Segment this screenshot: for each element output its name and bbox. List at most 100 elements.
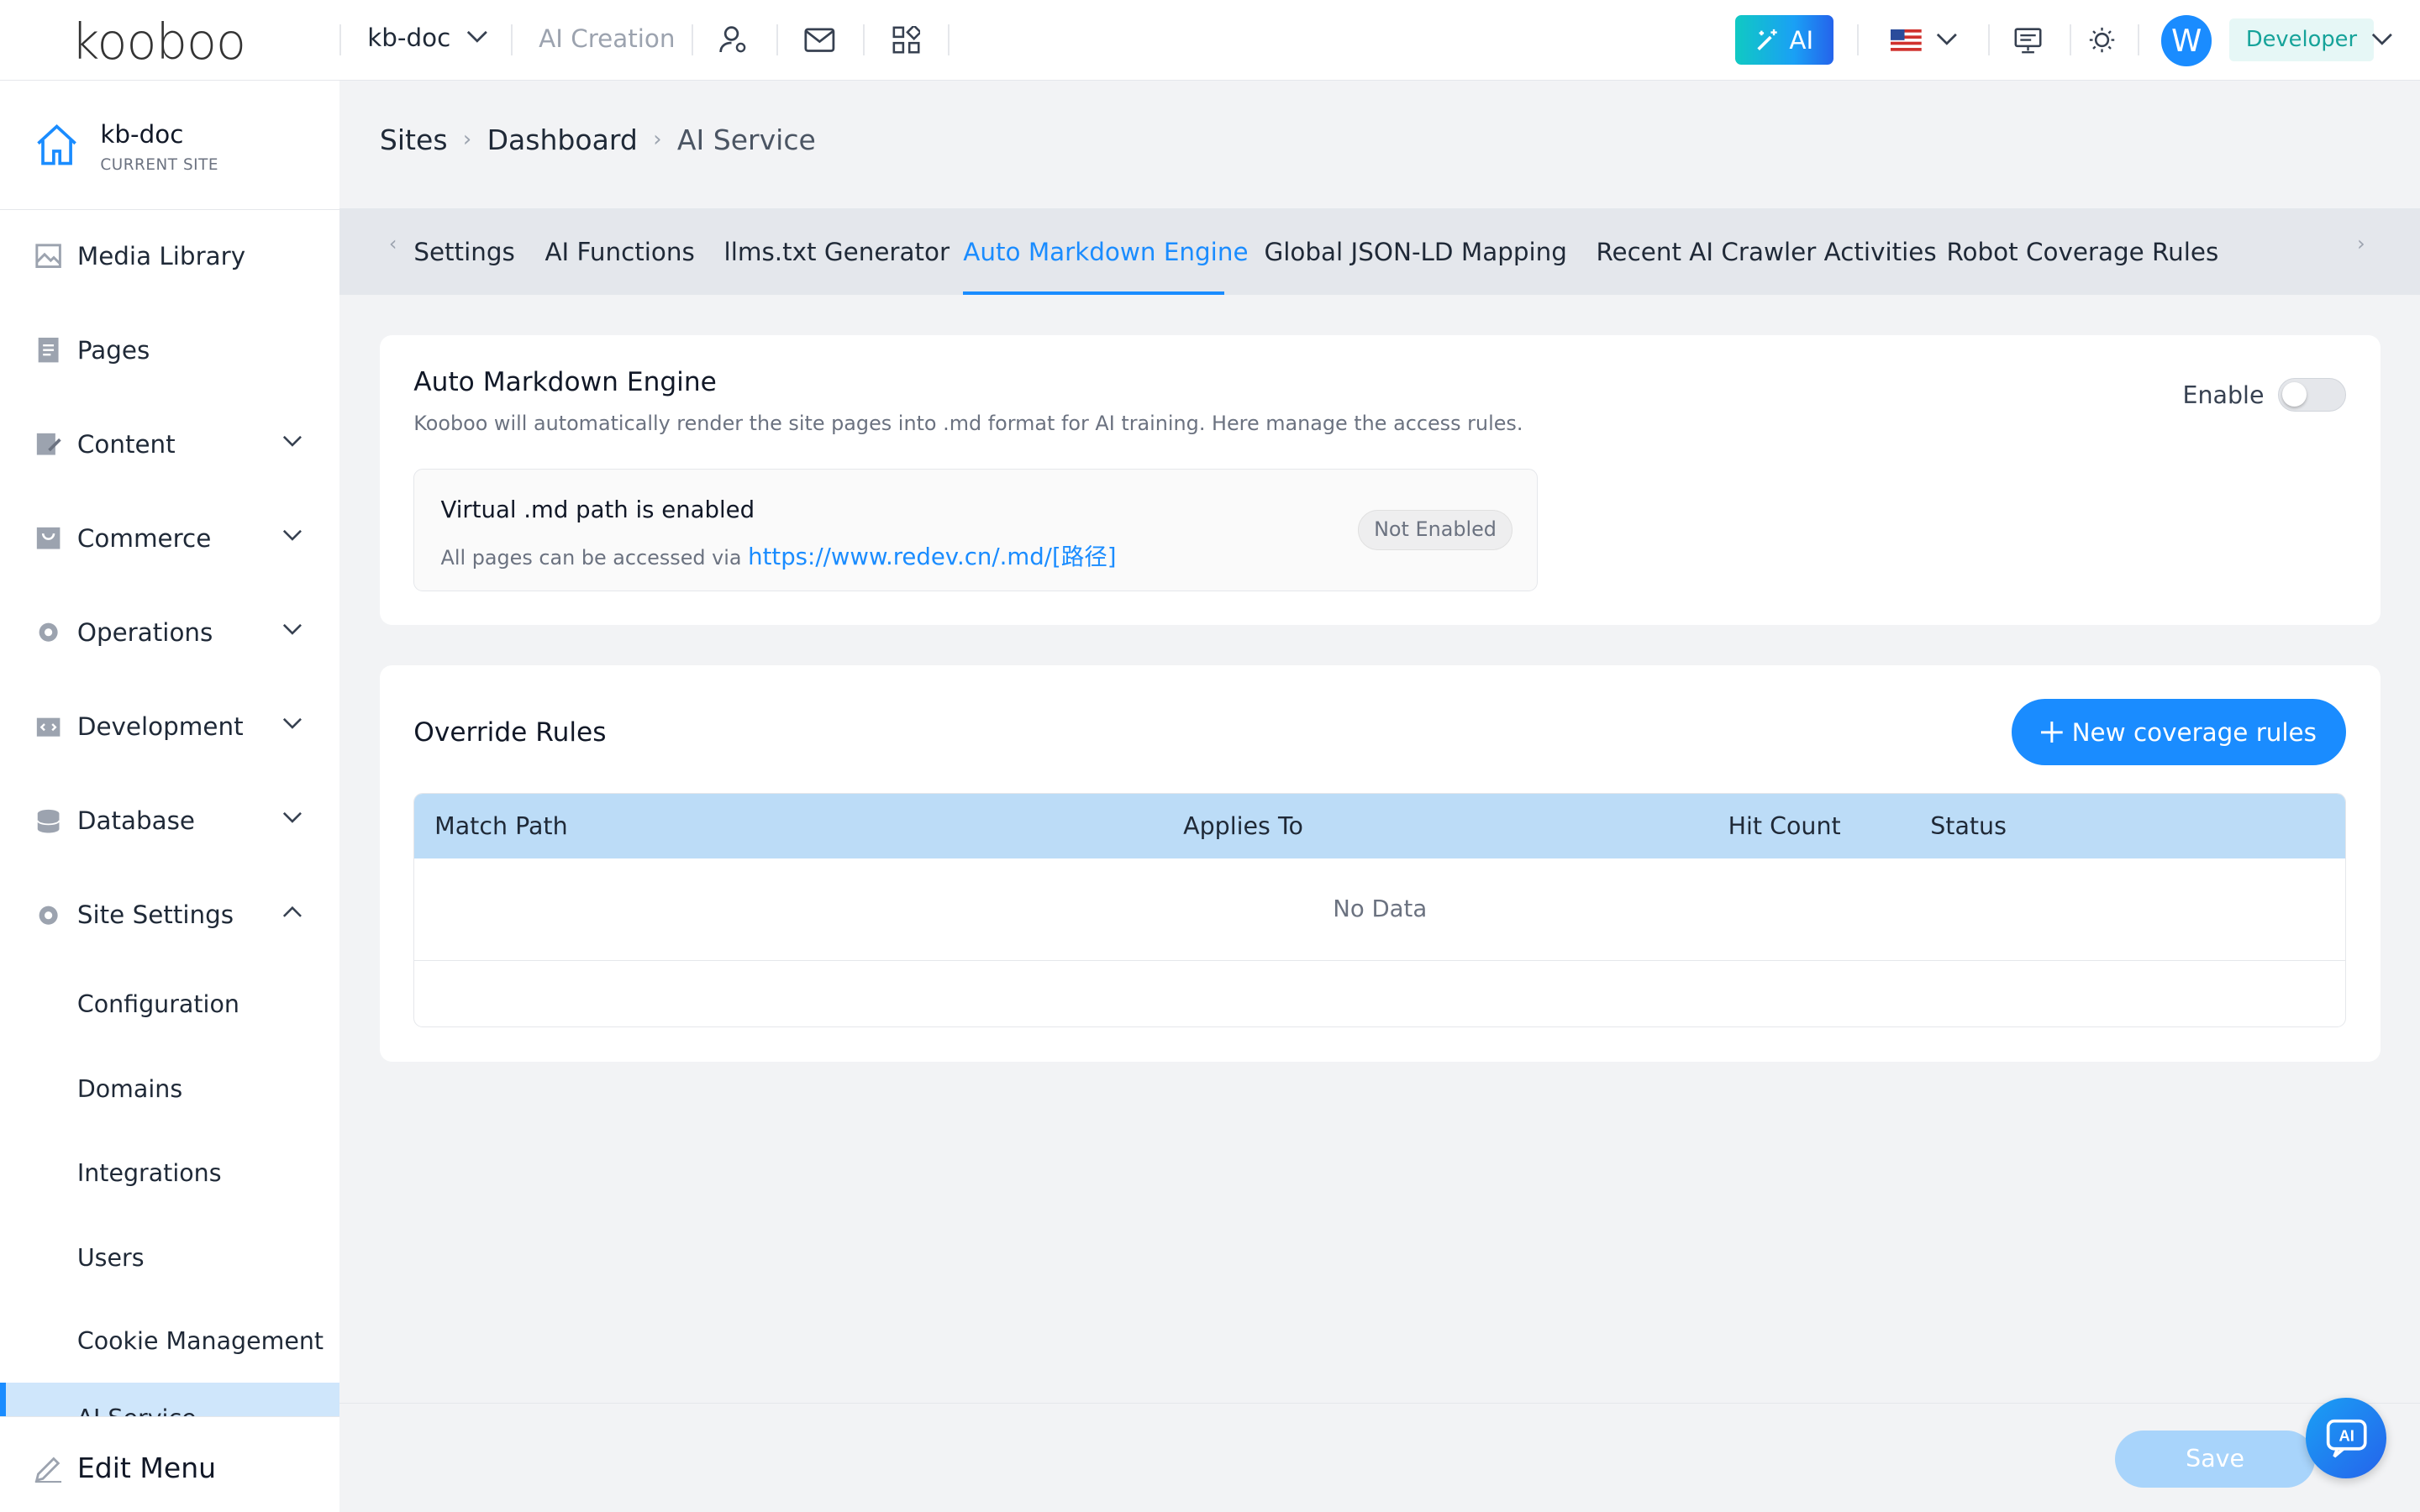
enable-label: Enable [2182,381,2265,409]
footer-bar [339,1402,2420,1512]
virtual-path-link[interactable]: https://www.redev.cn/.md/[路径] [748,543,1116,570]
image-icon [35,244,62,269]
sidebar-item-content[interactable]: Content [0,413,339,475]
ai-button[interactable]: AI [1734,15,1834,66]
sidebar-item-media-library[interactable]: Media Library [0,225,339,286]
top-bar: kooboo kb-doc AI Creation AI W Developer [0,0,2420,81]
us-flag-icon[interactable] [1891,29,1923,51]
chevron-down-icon [283,624,302,635]
breadcrumb-separator-icon: › [653,127,662,153]
sidebar-item-label: Operations [76,618,213,648]
divider [511,24,513,56]
apps-grid-icon[interactable] [887,22,924,59]
override-rules-title: Override Rules [413,717,607,748]
enable-toggle[interactable] [2278,378,2347,412]
sidebar-subitem-configuration[interactable]: Configuration [77,990,239,1018]
tab-recent-ai-crawler-activities[interactable]: Recent AI Crawler Activities [1596,238,1936,266]
document-icon [38,338,59,363]
chevron-left-icon[interactable]: ‹ [389,232,397,255]
chevron-up-icon [283,906,302,918]
virtual-path-prefix: All pages can be accessed via [440,546,749,570]
ai-creation-link[interactable]: AI Creation [539,24,675,53]
mail-icon[interactable] [801,22,838,59]
tab-robot-coverage-rules[interactable]: Robot Coverage Rules [1946,238,2218,266]
tab-auto-markdown-engine[interactable]: Auto Markdown Engine [963,238,1248,266]
home-icon [37,124,77,165]
breadcrumb-dashboard[interactable]: Dashboard [487,123,638,156]
breadcrumb: Sites › Dashboard › AI Service [380,123,816,156]
sidebar-item-label: Pages [76,335,150,365]
column-header-status: Status [1930,812,2007,841]
divider [862,24,865,56]
tab-llms-txt-generator[interactable]: llms.txt Generator [724,238,950,266]
code-icon [37,717,60,737]
edit-document-icon [37,433,61,455]
sidebar-subitem-cookie-management[interactable]: Cookie Management [77,1327,324,1355]
virtual-path-title: Virtual .md path is enabled [440,496,755,523]
tab-ai-functions[interactable]: AI Functions [544,238,694,266]
monitor-icon[interactable] [2010,22,2047,59]
column-header-match-path: Match Path [434,812,568,841]
user-settings-icon[interactable] [715,22,752,59]
breadcrumb-sites[interactable]: Sites [380,123,448,156]
role-badge[interactable]: Developer [2228,18,2375,62]
card-title: Auto Markdown Engine [413,367,717,398]
tab-global-json-ld-mapping[interactable]: Global JSON-LD Mapping [1265,238,1567,266]
chevron-down-icon [283,718,302,729]
divider [776,24,778,56]
column-header-applies-to: Applies To [1183,812,1303,841]
chevron-down-icon[interactable] [2371,33,2393,47]
sidebar-item-pages[interactable]: Pages [0,319,339,381]
divider [947,24,950,56]
sidebar-item-label: Commerce [76,524,212,554]
sun-icon[interactable] [2084,22,2121,59]
sidebar-item-database[interactable]: Database [0,790,339,852]
ai-assistant-button[interactable]: AI [2306,1398,2386,1478]
avatar[interactable]: W [2160,15,2212,66]
chevron-down-icon [283,812,302,823]
divider [2070,24,2072,56]
sidebar-item-label: Database [76,806,196,836]
ai-fab-label: AI [2338,1427,2354,1445]
divider [691,24,693,56]
sidebar-item-commerce[interactable]: Commerce [0,507,339,569]
sidebar-item-operations[interactable]: Operations [0,601,339,663]
divider [1988,24,1990,56]
sidebar-item-label: Site Settings [76,900,234,930]
kooboo-logo[interactable]: kooboo [71,13,246,71]
sidebar-subitem-users[interactable]: Users [77,1244,145,1272]
chevron-down-icon [283,529,302,541]
new-coverage-rules-button[interactable]: New coverage rules [2011,699,2347,766]
sidebar-item-label: Content [76,430,176,459]
chevron-down-icon [283,435,302,447]
virtual-path-description: All pages can be accessed via https://ww… [441,538,1117,571]
sidebar-item-development[interactable]: Development [0,696,339,757]
override-rules-table: Match Path Applies To Hit Count Status N… [413,793,2347,1028]
active-tab-indicator [963,291,1224,295]
sidebar-item-label: Development [76,712,244,742]
current-site-card[interactable]: kb-doc CURRENT SITE [0,81,340,210]
gear-icon [39,906,58,925]
chevron-down-icon[interactable] [1936,33,1958,47]
divider [1856,24,1859,56]
ai-button-label: AI [1789,25,1814,55]
card-description: Kooboo will automatically render the sit… [413,412,1523,436]
sidebar-item-site-settings[interactable]: Site Settings [0,885,339,946]
edit-menu-button[interactable]: Edit Menu [0,1416,340,1512]
save-button[interactable]: Save [2114,1430,2316,1488]
site-selector[interactable]: kb-doc [367,24,487,52]
breadcrumb-ai-service: AI Service [676,123,816,156]
override-rules-card: Override Rules New coverage rules Match … [379,664,2381,1062]
chevron-right-icon[interactable]: › [2357,232,2365,255]
site-name: kb-doc [100,120,184,150]
tab-settings[interactable]: Settings [413,238,514,266]
magic-wand-icon [1757,29,1777,51]
sidebar-item-label: AI Service [77,1404,197,1417]
sidebar-subitem-domains[interactable]: Domains [77,1075,182,1103]
new-coverage-rules-label: New coverage rules [2071,717,2317,747]
column-header-hit-count: Hit Count [1728,812,1841,841]
sidebar-item-label: Media Library [76,241,246,270]
sidebar-subitem-integrations[interactable]: Integrations [77,1159,222,1187]
sidebar-subitem-ai-service[interactable]: AI Service [0,1382,340,1417]
shop-icon [37,528,60,549]
